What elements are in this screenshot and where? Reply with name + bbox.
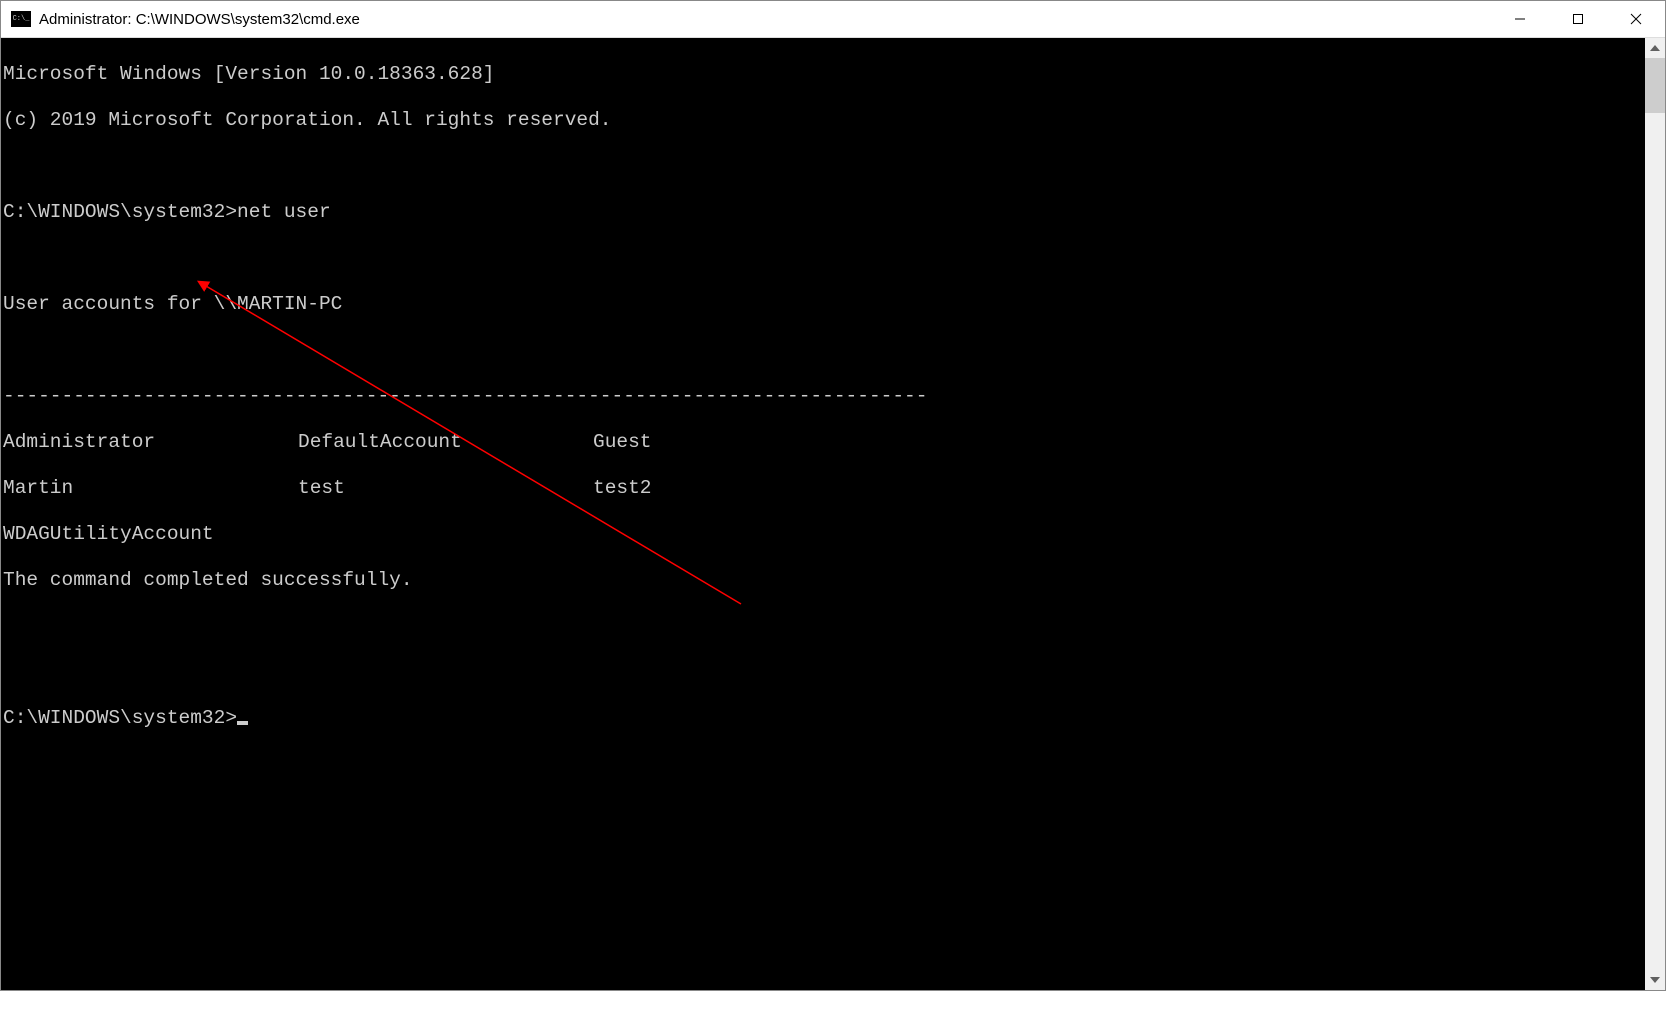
chevron-down-icon bbox=[1650, 977, 1660, 983]
user-row-1: AdministratorDefaultAccountGuest bbox=[3, 431, 1645, 454]
scrollbar-thumb[interactable] bbox=[1645, 58, 1665, 113]
maximize-button[interactable] bbox=[1549, 1, 1607, 37]
prompt-line-2: C:\WINDOWS\system32> bbox=[3, 707, 1645, 730]
prompt-text: C:\WINDOWS\system32> bbox=[3, 707, 237, 729]
titlebar[interactable]: Administrator: C:\WINDOWS\system32\cmd.e… bbox=[1, 1, 1665, 38]
completion-message: The command completed successfully. bbox=[3, 569, 1645, 592]
scroll-up-button[interactable] bbox=[1645, 38, 1665, 58]
blank-line bbox=[3, 661, 1645, 684]
banner-copyright: (c) 2019 Microsoft Corporation. All righ… bbox=[3, 109, 1645, 132]
banner-version: Microsoft Windows [Version 10.0.18363.62… bbox=[3, 63, 1645, 86]
user-cell: test2 bbox=[593, 477, 888, 500]
scrollbar-track[interactable] bbox=[1645, 58, 1665, 970]
window-controls bbox=[1491, 1, 1665, 37]
prompt-text: C:\WINDOWS\system32> bbox=[3, 201, 237, 223]
user-row-2: Martintesttest2 bbox=[3, 477, 1645, 500]
blank-line bbox=[3, 615, 1645, 638]
user-cell: WDAGUtilityAccount bbox=[3, 523, 298, 546]
blank-line bbox=[3, 339, 1645, 362]
command-text: net user bbox=[237, 201, 331, 223]
minimize-icon bbox=[1514, 13, 1526, 25]
text-cursor bbox=[237, 721, 248, 725]
prompt-line-1: C:\WINDOWS\system32>net user bbox=[3, 201, 1645, 224]
chevron-up-icon bbox=[1650, 45, 1660, 51]
blank-line bbox=[3, 155, 1645, 178]
user-cell bbox=[593, 523, 888, 546]
window-title: Administrator: C:\WINDOWS\system32\cmd.e… bbox=[39, 11, 1491, 28]
minimize-button[interactable] bbox=[1491, 1, 1549, 37]
maximize-icon bbox=[1572, 13, 1584, 25]
user-row-3: WDAGUtilityAccount bbox=[3, 523, 1645, 546]
blank-line bbox=[3, 247, 1645, 270]
cmd-icon bbox=[11, 11, 31, 27]
terminal-output[interactable]: Microsoft Windows [Version 10.0.18363.62… bbox=[1, 38, 1645, 990]
user-cell: DefaultAccount bbox=[298, 431, 593, 454]
user-cell: Guest bbox=[593, 431, 888, 454]
user-cell bbox=[298, 523, 593, 546]
output-header: User accounts for \\MARTIN-PC bbox=[3, 293, 1645, 316]
user-cell: Martin bbox=[3, 477, 298, 500]
user-cell: test bbox=[298, 477, 593, 500]
cmd-window: Administrator: C:\WINDOWS\system32\cmd.e… bbox=[0, 0, 1666, 991]
close-icon bbox=[1630, 13, 1642, 25]
client-area: Microsoft Windows [Version 10.0.18363.62… bbox=[1, 38, 1665, 990]
divider-line: ----------------------------------------… bbox=[3, 385, 1645, 408]
scroll-down-button[interactable] bbox=[1645, 970, 1665, 990]
user-cell: Administrator bbox=[3, 431, 298, 454]
close-button[interactable] bbox=[1607, 1, 1665, 37]
vertical-scrollbar[interactable] bbox=[1645, 38, 1665, 990]
